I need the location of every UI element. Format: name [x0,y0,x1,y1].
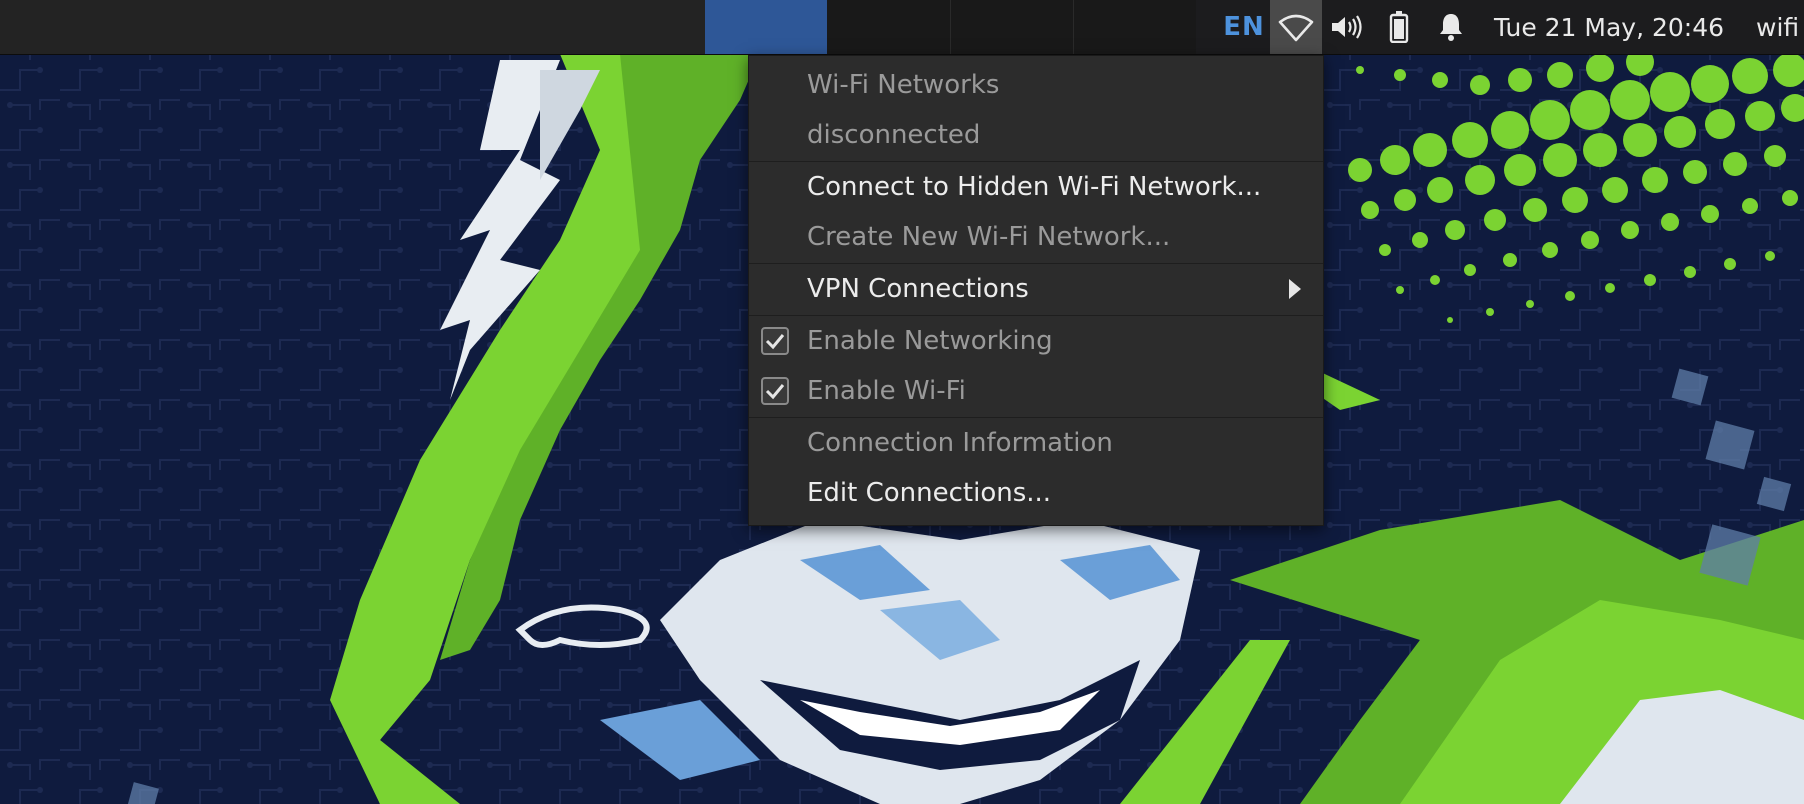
menu-item-enable-networking[interactable]: Enable Networking [749,316,1323,366]
menu-item-label: Wi-Fi Networks [807,70,1000,100]
checkmark-icon [765,384,785,400]
menu-item-connect-hidden-network[interactable]: Connect to Hidden Wi-Fi Network... [749,162,1323,212]
menu-item-label: Create New Wi-Fi Network... [807,222,1171,252]
menu-item-create-new-network: Create New Wi-Fi Network... [749,212,1323,262]
battery-icon [1389,11,1409,43]
taskbar-button[interactable] [0,0,705,54]
taskbar-button[interactable] [1074,0,1196,54]
enable-networking-checkbox[interactable] [761,327,789,355]
chevron-right-icon [1289,279,1301,299]
menu-item-label: Enable Networking [807,326,1053,356]
bell-icon [1440,14,1462,41]
volume-tray-button[interactable] [1322,0,1372,54]
desktop: EN Tue 21 May, 20:46 wifi Wi-Fi Networks… [0,0,1804,804]
menu-item-label: VPN Connections [807,274,1029,304]
network-name-label[interactable]: wifi [1756,0,1804,54]
menu-item-connection-information: Connection Information [749,418,1323,468]
menu-item-vpn-connections[interactable]: VPN Connections [749,264,1323,314]
checkmark-icon [765,334,785,350]
enable-wifi-checkbox[interactable] [761,377,789,405]
network-tray-button[interactable] [1270,0,1322,54]
wifi-icon [1278,14,1314,42]
menu-item-connection-status: disconnected [749,110,1323,160]
taskbar-button[interactable] [951,0,1074,54]
notifications-tray-button[interactable] [1426,0,1476,54]
keyboard-layout-indicator[interactable]: EN [1220,0,1268,54]
top-panel: EN Tue 21 May, 20:46 wifi [0,0,1804,55]
battery-tray-button[interactable] [1374,0,1424,54]
menu-item-label: Connection Information [807,428,1113,458]
menu-item-enable-wifi[interactable]: Enable Wi-Fi [749,366,1323,416]
volume-icon [1332,15,1362,39]
clock[interactable]: Tue 21 May, 20:46 [1494,0,1734,54]
taskbar-button-active[interactable] [705,0,827,54]
menu-item-wifi-networks-header: Wi-Fi Networks [749,60,1323,110]
network-menu: Wi-Fi Networks disconnected Connect to H… [748,55,1324,526]
menu-item-edit-connections[interactable]: Edit Connections... [749,468,1323,518]
taskbar-button[interactable] [827,0,951,54]
menu-item-label: disconnected [807,120,981,150]
menu-item-label: Edit Connections... [807,478,1052,508]
menu-item-label: Enable Wi-Fi [807,376,966,406]
menu-item-label: Connect to Hidden Wi-Fi Network... [807,172,1262,202]
